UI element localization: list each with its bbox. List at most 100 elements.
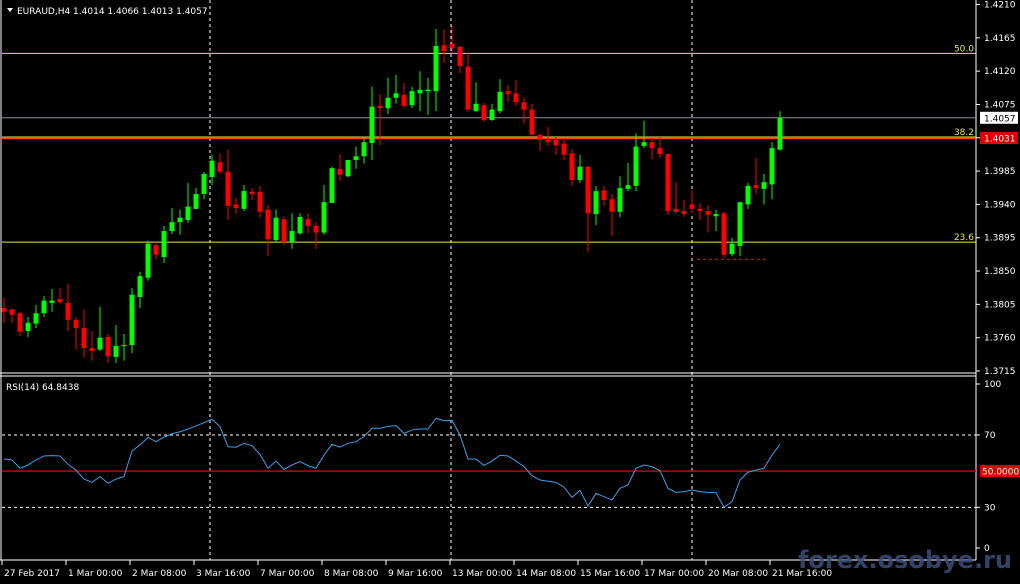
price-tick-label: 1.4120 xyxy=(984,67,1016,77)
candle-body xyxy=(577,166,583,180)
candle-body xyxy=(313,225,319,233)
candle-body xyxy=(625,185,631,189)
time-tick-label: 20 Mar 08:00 xyxy=(708,569,768,579)
candle xyxy=(529,103,535,135)
candle xyxy=(553,137,559,155)
candle xyxy=(673,182,679,215)
candle xyxy=(521,97,527,124)
candle-body xyxy=(177,217,183,223)
candle xyxy=(657,137,663,158)
candle xyxy=(481,102,487,123)
candle-body xyxy=(97,337,103,350)
candle-body xyxy=(289,231,295,243)
time-axis[interactable]: 27 Feb 2017 1 Mar 00:00 2 Mar 08:00 3 Mar 1… xyxy=(1,560,832,579)
candle-body xyxy=(345,159,351,177)
candle xyxy=(41,296,47,317)
candle-body xyxy=(113,345,119,357)
candle xyxy=(145,240,151,281)
time-tick-label: 1 Mar 00:00 xyxy=(68,569,123,579)
candle-body xyxy=(257,191,263,212)
candle xyxy=(185,182,191,223)
candle-body xyxy=(657,148,663,155)
candle xyxy=(425,77,431,115)
candle xyxy=(465,53,471,112)
dropdown-triangle-icon[interactable] xyxy=(7,8,13,12)
candle-body xyxy=(145,243,151,278)
candle xyxy=(513,80,519,106)
candle xyxy=(337,154,343,181)
candle xyxy=(177,209,183,235)
candle xyxy=(25,316,31,337)
candle xyxy=(313,222,319,249)
candle-body xyxy=(497,91,503,112)
rsi-tick-label: 100 xyxy=(984,380,1001,390)
candle-body xyxy=(737,202,743,246)
time-tick-label: 3 Mar 16:00 xyxy=(196,569,251,579)
candle xyxy=(201,171,207,200)
candle-body xyxy=(593,191,599,215)
candle-body xyxy=(297,216,303,234)
candle-body xyxy=(521,102,527,110)
candle xyxy=(601,185,607,206)
candle-body xyxy=(49,300,55,303)
candles xyxy=(1,25,783,363)
candle-body xyxy=(193,194,199,209)
time-tick-label: 2 Mar 08:00 xyxy=(132,569,187,579)
candle xyxy=(385,77,391,115)
candle-body xyxy=(137,276,143,297)
candle-body xyxy=(201,174,207,195)
candle xyxy=(169,208,175,235)
candle xyxy=(105,333,111,363)
candle xyxy=(721,211,727,258)
chart-canvas[interactable]: 50.0 38.2 23.6 1.4210 1.4165 1.4120 1.4075 1.3… xyxy=(0,0,1020,584)
rsi-tick-label: 70 xyxy=(984,431,996,441)
price-tick-label: 1.4210 xyxy=(984,1,1016,11)
price-tick-label: 1.3805 xyxy=(984,300,1016,310)
candle xyxy=(9,308,15,323)
candle xyxy=(457,45,463,74)
candle xyxy=(73,316,79,350)
candle-body xyxy=(353,156,359,160)
watermark: forex.osobye.ru xyxy=(798,546,1012,574)
candle-body xyxy=(465,66,471,110)
candle-body xyxy=(321,202,327,233)
candle xyxy=(449,25,455,54)
candle-body xyxy=(545,139,551,143)
candle xyxy=(353,146,359,169)
candle xyxy=(585,165,591,252)
candle xyxy=(489,103,495,121)
candle-body xyxy=(217,162,223,172)
time-tick-label: 14 Mar 08:00 xyxy=(516,569,576,579)
candle-body xyxy=(713,214,719,217)
candle xyxy=(65,283,71,332)
candle-body xyxy=(537,134,543,140)
candle-body xyxy=(361,142,367,157)
candle-body xyxy=(425,89,431,92)
price-tick-label: 1.3985 xyxy=(984,167,1016,177)
candle-body xyxy=(457,46,463,66)
candle-body xyxy=(689,204,695,209)
candle xyxy=(89,331,95,361)
time-tick-label: 8 Mar 08:00 xyxy=(324,569,379,579)
candle xyxy=(433,28,439,112)
candle-body xyxy=(609,199,615,212)
candle xyxy=(305,213,311,234)
chart-frame xyxy=(0,0,977,561)
candle-body xyxy=(729,243,735,255)
candle xyxy=(697,202,703,220)
candle-body xyxy=(41,300,47,314)
candle-body xyxy=(633,146,639,186)
candle-body xyxy=(385,97,391,109)
candle-body xyxy=(617,188,623,212)
candle-body xyxy=(721,213,727,255)
candle-body xyxy=(409,91,415,106)
candle-body xyxy=(505,91,511,95)
candle xyxy=(497,79,503,114)
price-axis[interactable]: 1.4210 1.4165 1.4120 1.4075 1.3985 1.3940 1.38… xyxy=(976,1,1018,378)
symbol-header[interactable]: EURAUD,H4 1.4014 1.4066 1.4013 1.4057 xyxy=(7,7,208,17)
candle xyxy=(577,154,583,183)
candle-body xyxy=(641,142,647,146)
candle xyxy=(297,213,303,235)
fib-level-label: 38.2 xyxy=(954,128,974,138)
candle xyxy=(329,166,335,203)
